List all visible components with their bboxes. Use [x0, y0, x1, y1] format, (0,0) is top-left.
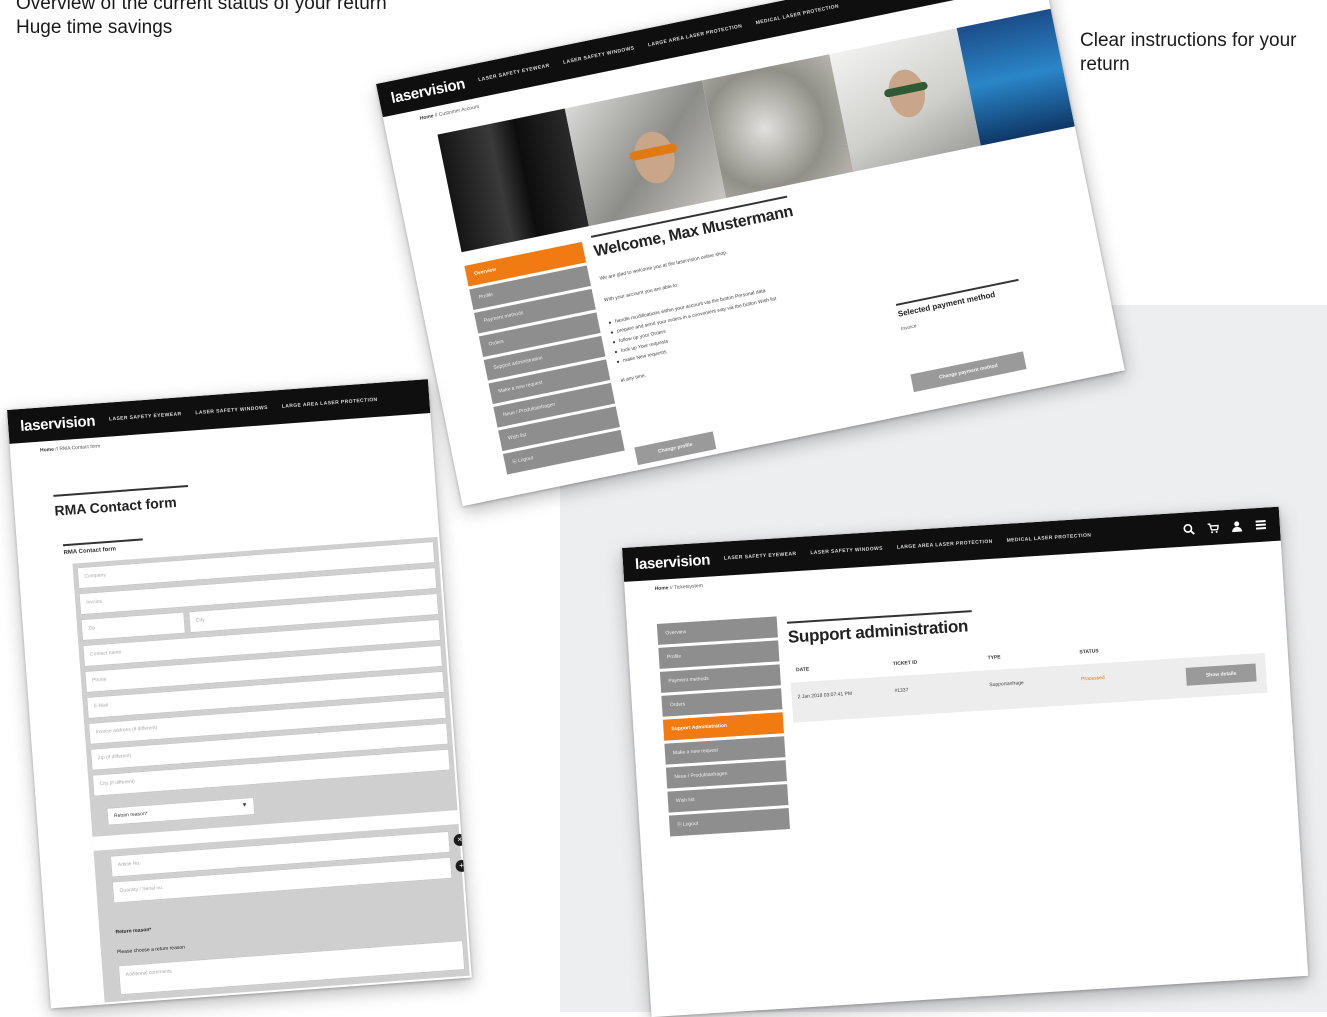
nav-link-eyewear[interactable]: LASER SAFETY EYEWEAR	[109, 411, 182, 422]
breadcrumb-current: Ticketsystem	[673, 583, 704, 591]
city-placeholder: City	[195, 617, 205, 624]
caption-line-1: Overview of the current status of your r…	[16, 0, 387, 14]
column-header-status: STATUS	[1079, 648, 1099, 656]
search-icon[interactable]	[1182, 522, 1197, 537]
caption-top-left: Overview of the current status of your r…	[16, 0, 387, 40]
nav-link-windows[interactable]: LASER SAFETY WINDOWS	[810, 546, 883, 557]
nav-link-eyewear[interactable]: LASER SAFETY EYEWEAR	[724, 551, 797, 562]
column-header-ticket-id: TICKET ID	[892, 659, 918, 668]
banner-image-lab	[437, 108, 589, 253]
payment-method-box: Selected payment method Invoice	[895, 278, 1024, 332]
nav-link-medical[interactable]: MEDICAL LASER PROTECTION	[1006, 533, 1091, 544]
breadcrumb-home[interactable]: Home	[40, 447, 54, 454]
nav-link-large-area[interactable]: LARGE AREA LASER PROTECTION	[648, 23, 743, 48]
city-different-placeholder: City (if different)	[99, 778, 135, 788]
nav-link-large-area[interactable]: LARGE AREA LASER PROTECTION	[897, 539, 993, 551]
cart-icon[interactable]	[1205, 520, 1220, 535]
nav-link-eyewear[interactable]: LASER SAFETY EYEWEAR	[478, 63, 550, 83]
subtitle-rule	[62, 538, 143, 547]
close-icon[interactable]: ×	[453, 833, 467, 847]
able-text: With your account you are able to:	[603, 282, 680, 304]
rma-form-screenshot: laservision LASER SAFETY EYEWEAR LASER S…	[7, 379, 472, 1009]
zip-placeholder: Zip	[88, 625, 96, 632]
logo[interactable]: laservision	[20, 412, 96, 434]
nav-link-windows[interactable]: LASER SAFETY WINDOWS	[563, 45, 635, 65]
support-side-menu: Overview Profile Payment methods Orders …	[656, 616, 790, 839]
status-badge: Processed	[1080, 674, 1105, 683]
add-icon[interactable]: +	[455, 859, 469, 873]
breadcrumb-current: RMA Contact form	[59, 443, 101, 453]
contact-name-placeholder: Contact name	[89, 649, 122, 658]
nav-link-large-area[interactable]: LARGE AREA LASER PROTECTION	[282, 397, 378, 410]
form-title: RMA Contact form	[53, 493, 178, 519]
nav-link-windows[interactable]: LASER SAFETY WINDOWS	[195, 405, 268, 416]
invoice-placeholder: Invoice	[86, 598, 103, 606]
comments-placeholder: Additional comments	[125, 968, 173, 978]
form-subtitle: RMA Contact form	[63, 546, 117, 557]
chevron-down-icon: ▼	[241, 802, 248, 809]
payment-title: Selected payment method	[895, 278, 1022, 319]
change-payment-button[interactable]: Change payment method	[910, 351, 1027, 393]
email-placeholder: E-Mail	[93, 702, 109, 710]
support-screenshot: laservision LASER SAFETY EYEWEAR LASER S…	[622, 506, 1309, 1017]
banner-image-man-goggles	[564, 80, 727, 227]
logo[interactable]: laservision	[635, 551, 711, 573]
cell-type: Supportanfrage	[989, 680, 1024, 689]
phone-placeholder: Phone	[91, 676, 107, 684]
zip-different-placeholder: Zip (if different)	[97, 752, 132, 762]
banner-image-machine	[701, 54, 854, 198]
breadcrumb-current: Customer Account	[438, 103, 480, 118]
cell-date: 2 Jan 2018 03:07:41 PM	[797, 690, 853, 701]
breadcrumb-home[interactable]: Home	[654, 585, 668, 592]
select-value: Return reason*	[113, 810, 148, 820]
caption-top-right: Clear instructions for your return	[1080, 30, 1297, 75]
menu-logout-label: Logout	[682, 820, 699, 828]
menu-logout[interactable]: ⎘ Logout	[668, 808, 790, 837]
table-row: 2 Jan 2018 03:07:41 PM #1337 Supportanfr…	[790, 652, 1268, 723]
menu-logout-label: Logout	[517, 455, 534, 465]
column-header-type: TYPE	[987, 654, 1001, 662]
nav-link-medical[interactable]: MEDICAL LASER PROTECTION	[755, 3, 839, 26]
caption-line-2: Huge time savings	[16, 17, 173, 38]
cell-ticket-id: #1337	[894, 687, 909, 695]
banner-image-woman-goggles	[829, 28, 981, 172]
breadcrumb-home[interactable]: Home	[419, 113, 434, 122]
column-header-date: DATE	[795, 666, 810, 674]
company-placeholder: Company	[84, 572, 106, 580]
article-placeholder: Article No.	[117, 860, 141, 869]
menu-icon[interactable]	[1253, 517, 1268, 532]
user-icon[interactable]	[1229, 519, 1244, 534]
note-text: at any time.	[620, 372, 647, 384]
show-details-button[interactable]: Show details	[1185, 663, 1257, 686]
serial-placeholder: Quantity / Serial no.	[119, 884, 164, 895]
invoice-address-placeholder: Invoice address (if different)	[95, 724, 158, 736]
